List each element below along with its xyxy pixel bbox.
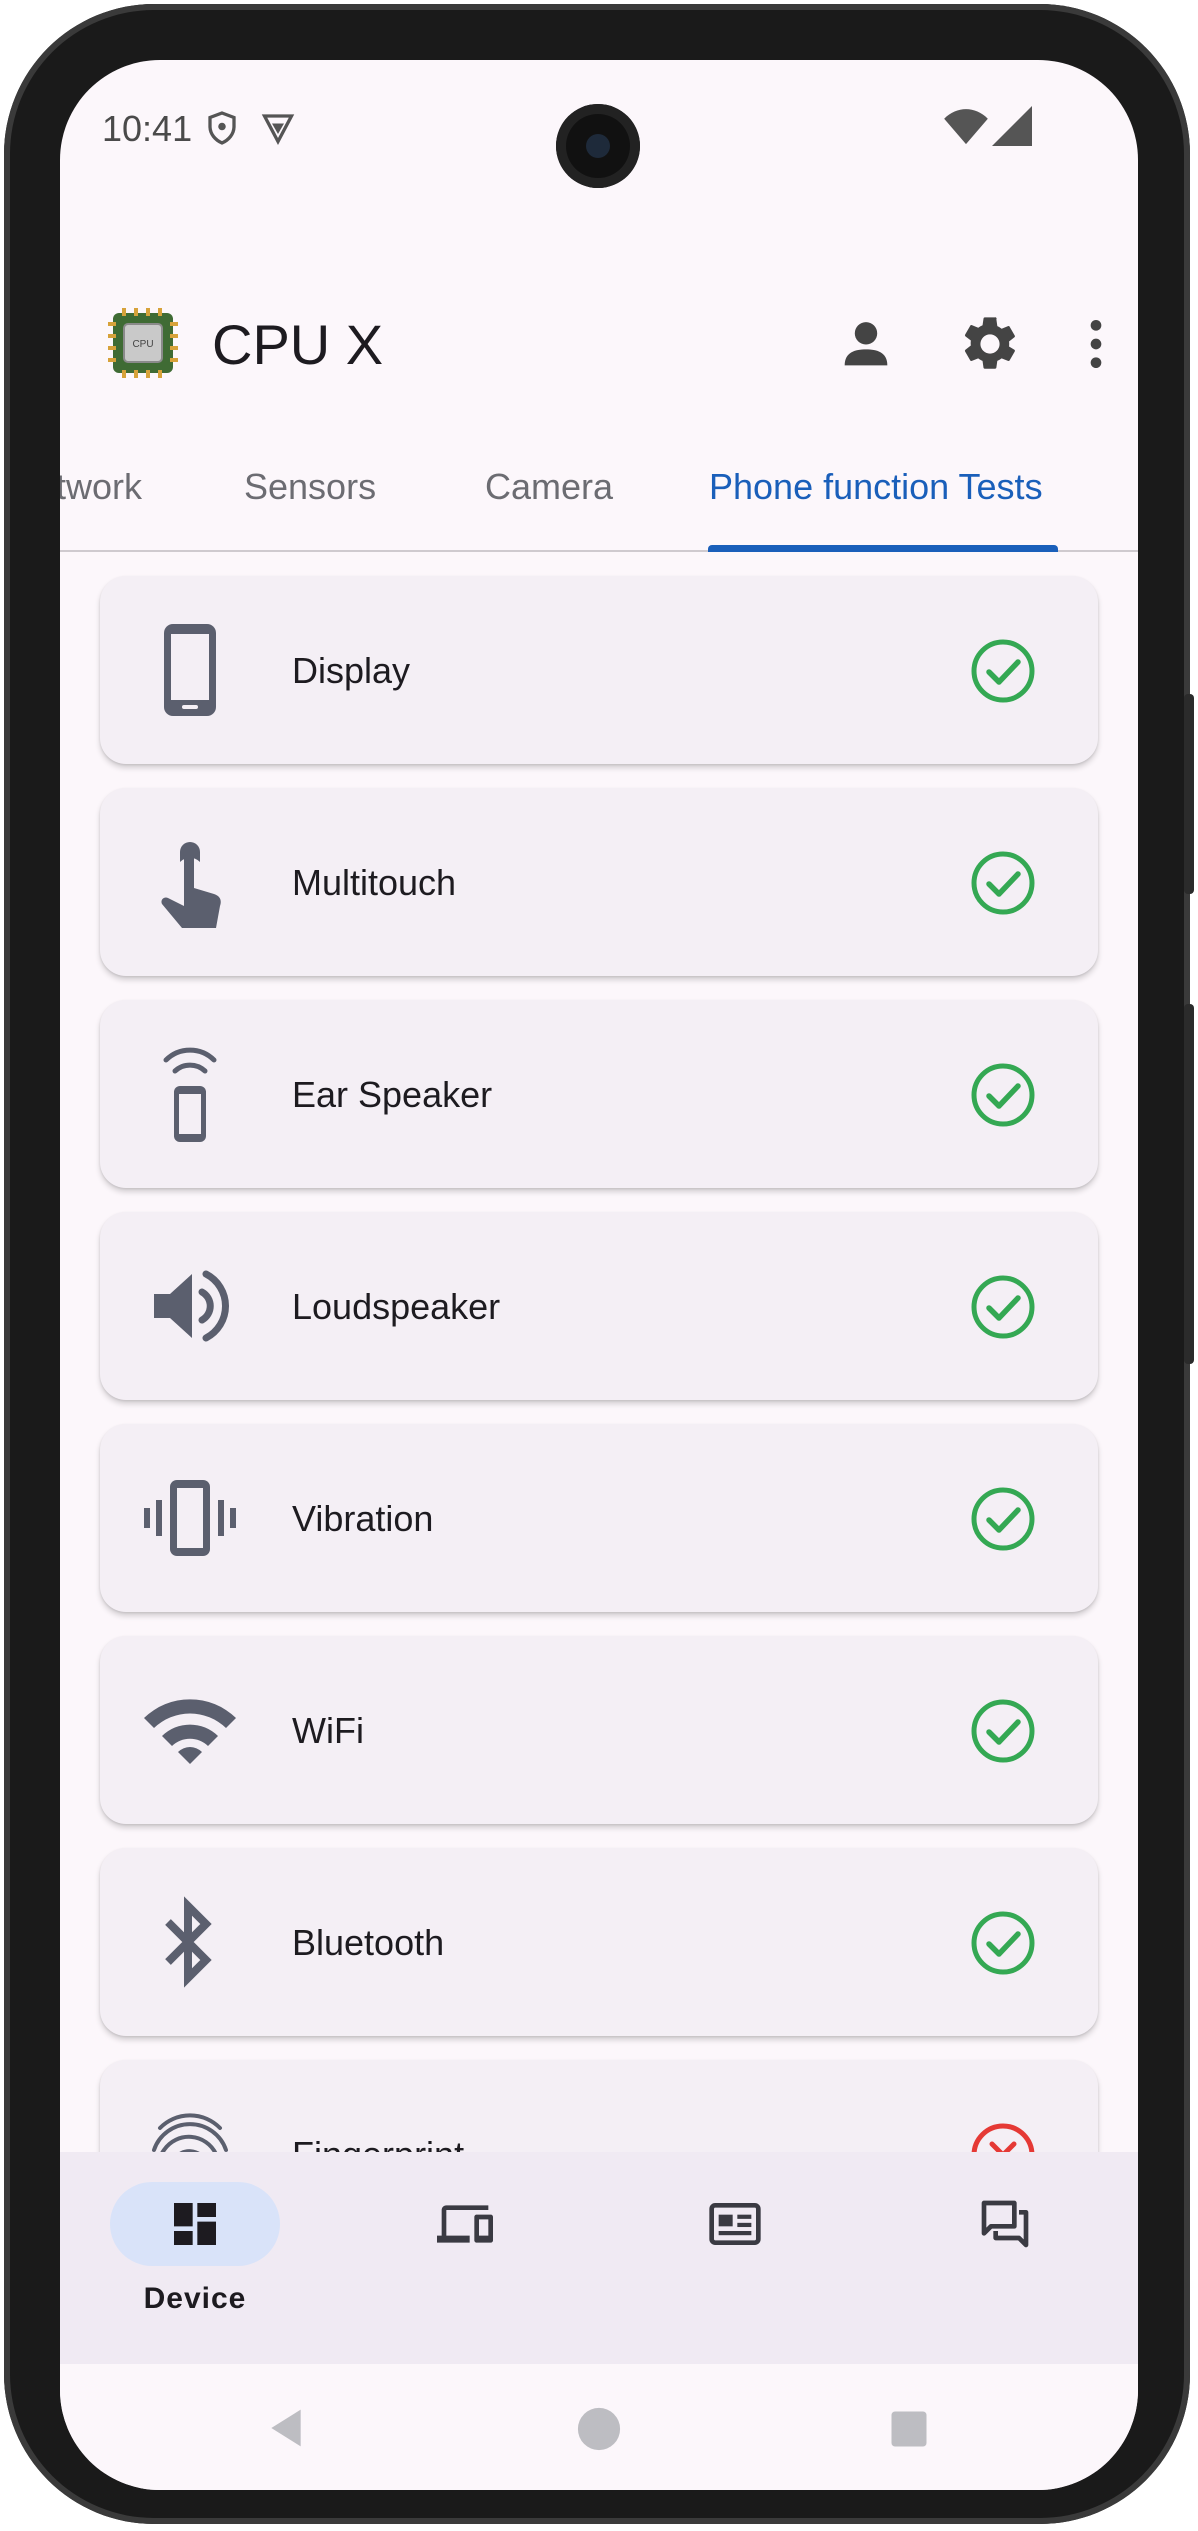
app-bar: CPU CPU X (60, 260, 1138, 430)
test-label: Multitouch (292, 862, 457, 903)
test-card-wifi[interactable]: WiFi (100, 1636, 1098, 1824)
chat-icon (981, 2200, 1029, 2248)
check-circle-icon (971, 1911, 1035, 1975)
tab-indicator (708, 545, 1058, 552)
system-navigation (60, 2364, 1138, 2490)
test-card-loudspeaker[interactable]: Loudspeaker (100, 1212, 1098, 1400)
test-card-bluetooth[interactable]: Bluetooth (100, 1848, 1098, 2036)
wifi-icon (144, 1699, 236, 1764)
home-icon[interactable] (576, 2406, 622, 2452)
test-label: Vibration (292, 1498, 434, 1539)
recents-icon[interactable] (888, 2408, 930, 2450)
check-circle-icon (971, 851, 1035, 915)
check-circle-icon (971, 1487, 1035, 1551)
test-card-ear-speaker[interactable]: Ear Speaker (100, 1000, 1098, 1188)
status-time: 10:41 (102, 108, 193, 149)
check-circle-icon (971, 1063, 1035, 1127)
test-card-display[interactable]: Display (100, 576, 1098, 764)
volume-button (1184, 1004, 1194, 1364)
volume-icon (154, 1270, 229, 1342)
more-vert-icon[interactable] (1064, 312, 1128, 376)
test-card-multitouch[interactable]: Multitouch (100, 788, 1098, 976)
check-circle-icon (971, 1699, 1035, 1763)
smartphone-icon (164, 624, 216, 716)
tab-camera[interactable]: Camera (485, 466, 613, 508)
tab-network[interactable]: twork (60, 466, 142, 508)
test-label: Ear Speaker (292, 1074, 493, 1115)
screen: 10:41 CPU CPU X twork Sensors Camera Pho… (60, 60, 1138, 2490)
nav-device[interactable]: Device (110, 2182, 280, 2342)
test-label: WiFi (292, 1710, 364, 1751)
power-button (1184, 694, 1194, 894)
tab-sensors[interactable]: Sensors (244, 466, 376, 508)
test-label: Bluetooth (292, 1922, 445, 1963)
settings-gear-icon[interactable] (958, 312, 1022, 376)
nav-label: Device (143, 2282, 247, 2315)
nav-news[interactable] (650, 2182, 820, 2342)
news-icon (709, 2203, 761, 2245)
app-title: CPU X (212, 313, 384, 376)
devices-icon (437, 2205, 493, 2243)
cpu-chip-icon: CPU (108, 308, 178, 378)
back-icon[interactable] (264, 2406, 308, 2450)
nav-devices[interactable] (380, 2182, 550, 2342)
test-label: Loudspeaker (292, 1286, 501, 1327)
tab-bar: twork Sensors Camera Phone function Test… (60, 430, 1138, 552)
cell-signal-icon (992, 106, 1032, 146)
phone-frame: 10:41 CPU CPU X twork Sensors Camera Pho… (4, 4, 1194, 2524)
wifi-signal-icon (944, 109, 988, 145)
vpn-icon (261, 114, 295, 146)
dashboard-icon (174, 2203, 216, 2245)
nav-chat[interactable] (920, 2182, 1090, 2342)
bluetooth-icon (165, 1896, 212, 1988)
tab-phone-function-tests[interactable]: Phone function Tests (709, 466, 1043, 508)
touch-hand-icon (161, 842, 221, 928)
vibration-icon (144, 1480, 236, 1556)
account-icon[interactable] (834, 312, 898, 376)
check-circle-icon (971, 1275, 1035, 1339)
bottom-navigation: Device (60, 2152, 1138, 2364)
test-label: Display (292, 650, 411, 691)
check-circle-icon (971, 639, 1035, 703)
test-card-vibration[interactable]: Vibration (100, 1424, 1098, 1612)
svg-text:CPU: CPU (132, 339, 153, 350)
shield-icon (208, 111, 236, 145)
front-camera (556, 104, 640, 188)
ear-speaker-icon (163, 1047, 217, 1142)
